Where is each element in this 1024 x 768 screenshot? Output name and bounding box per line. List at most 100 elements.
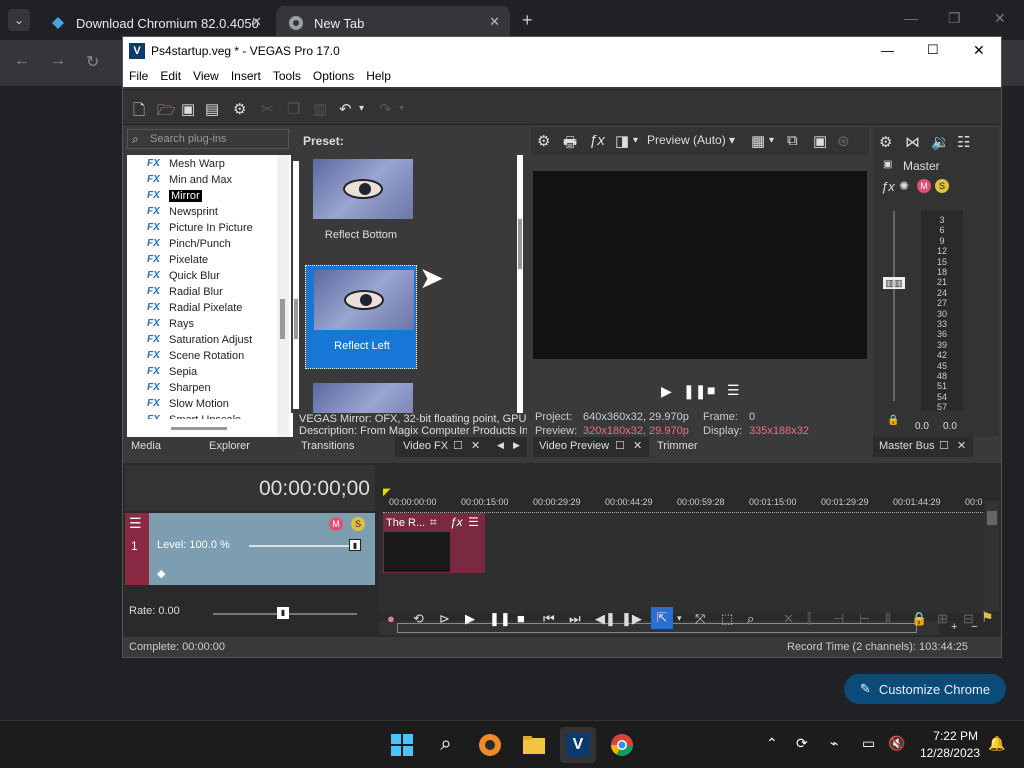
save-snapshot-icon[interactable]: ▣ [813,132,827,150]
customize-chrome-button[interactable]: ✎ Customize Chrome [844,674,1006,704]
close-window-icon[interactable]: ✕ [994,10,1006,27]
close-panel-icon[interactable]: ✕ [633,439,642,452]
plugin-item[interactable]: FX Mesh Warp [147,156,225,172]
plugin-item[interactable]: FX Newsprint [147,204,218,220]
tab-video-preview[interactable]: Video Preview ☐ ✕ [533,437,649,457]
loop-icon[interactable]: ⟲ [413,611,424,627]
track-menu-icon[interactable]: ☰ [129,515,142,532]
expand-track-icon[interactable]: ◆ [157,567,165,580]
new-tab-button[interactable]: + [522,10,533,31]
plugin-item[interactable]: FX Radial Pixelate [147,300,242,316]
maximize-icon[interactable]: ☐ [927,42,939,58]
clock-time[interactable]: 7:22 PM [918,729,978,743]
timeline-vscroll[interactable] [985,501,999,611]
plugin-item[interactable]: FX Saturation Adjust [147,332,252,348]
search-icon[interactable]: ⌕ [434,733,458,757]
plugin-tree-scrollbar[interactable] [277,155,289,437]
track-mute-icon[interactable]: M [329,517,343,531]
mute-icon[interactable]: M [917,179,931,193]
save-icon[interactable]: ▣ [181,100,195,118]
preview-device-icon[interactable]: 🖶 [563,132,577,157]
envelope-tool-icon[interactable]: ⤧ [695,611,705,627]
plugin-item[interactable]: FX Pinch/Punch [147,236,231,252]
reload-icon[interactable]: ↻ [86,52,99,72]
plugin-tree-hscroll[interactable] [127,419,277,437]
tab-master-bus[interactable]: Master Bus ☐ ✕ [873,437,973,457]
display-icon[interactable]: ▭ [862,735,875,752]
network-icon[interactable]: ⌁ [830,735,838,752]
forward-icon[interactable]: → [50,52,66,70]
menu-options[interactable]: Options [313,69,354,83]
menu-view[interactable]: View [193,69,219,83]
go-to-start-icon[interactable]: ⏮ [543,611,555,627]
preset-scrollbar[interactable] [511,155,527,413]
time-ruler[interactable]: 00:00:00:00 00:00:15:00 00:00:29:29 00:00:4… [383,497,983,513]
preview-menu-icon[interactable]: ☰ [727,382,740,399]
close-window-icon[interactable]: ✕ [973,42,985,59]
split-screen-icon[interactable]: ◨ [615,132,629,150]
master-fader-handle[interactable]: ▥▥ [883,277,905,289]
track-color-bar[interactable]: ☰ 1 [125,513,149,585]
start-windows-icon[interactable] [390,733,414,757]
tab-download-chromium[interactable]: Download Chromium 82.0.4050 ✕ [38,6,272,40]
downmix-icon[interactable]: ⋈ [905,133,920,151]
plugin-item[interactable]: FX Picture In Picture [147,220,253,236]
mixer-icon[interactable]: ☷ [957,133,970,151]
marker-icon[interactable]: ⚑ [981,609,994,626]
tab-prev-icon[interactable]: ◀ [497,440,504,451]
tab-media[interactable]: Media [131,440,161,452]
new-file-icon[interactable]: 🗋 [133,100,145,125]
undock-icon[interactable]: ☐ [939,439,949,452]
tab-new-tab[interactable]: New Tab ✕ [276,6,510,40]
play-from-start-icon[interactable]: ⊳ [439,611,450,627]
restore-icon[interactable]: ❐ [948,10,961,27]
tab-video-fx[interactable]: Video FX ☐ ✕ ◀ ▶ [395,437,527,457]
undock-icon[interactable]: ☐ [615,439,625,452]
overlays-grid-icon[interactable]: ▦ [751,132,765,150]
record-icon[interactable]: ● [387,611,395,626]
plugin-item[interactable]: FX Sepia [147,364,197,380]
close-tab-icon[interactable]: ✕ [489,14,500,30]
rate-slider-handle[interactable]: ▮ [277,607,289,619]
menu-insert[interactable]: Insert [231,69,261,83]
plugin-item[interactable]: FX Min and Max [147,172,232,188]
plugin-item[interactable]: FX Quick Blur [147,268,220,284]
tab-transitions[interactable]: Transitions [301,440,354,452]
solo-icon[interactable]: S [935,179,949,193]
go-to-end-icon[interactable]: ⏭ [569,611,581,627]
master-checkbox[interactable]: ▣ [883,159,892,170]
preview-settings-icon[interactable]: ⚙ [537,132,550,150]
play-icon[interactable]: ▶ [465,611,475,627]
plugin-item[interactable]: FX Mirror [147,188,202,204]
level-slider-track[interactable] [249,545,357,547]
master-settings-icon[interactable]: ⚙ [879,133,892,151]
play-icon[interactable]: ▶ [661,383,672,400]
menu-edit[interactable]: Edit [160,69,181,83]
crop-icon[interactable]: ⌗ [430,515,437,530]
close-panel-icon[interactable]: ✕ [957,439,966,452]
fl-studio-icon[interactable] [478,733,502,757]
tab-next-icon[interactable]: ▶ [513,440,520,451]
plugin-item[interactable]: FXSmart Upscale [147,412,241,419]
chrome-icon[interactable] [610,733,634,757]
plugin-item[interactable]: FX Scene Rotation [147,348,244,364]
level-slider-handle[interactable]: ▮ [349,539,361,551]
pause-icon[interactable]: ❚❚ [489,611,511,627]
normal-edit-tool-icon[interactable]: ⇱ [651,607,673,629]
preview-quality-select[interactable]: Preview (Auto) ▾ [647,133,735,147]
video-clip[interactable]: The R... ⌗ ƒx ☰ [383,513,485,573]
sync-icon[interactable]: ⟳ [796,735,808,752]
back-icon[interactable]: ← [14,52,30,70]
menu-tools[interactable]: Tools [273,69,301,83]
dim-output-icon[interactable]: 🔉 [931,133,950,151]
plugin-item[interactable]: FX Rays [147,316,194,332]
track-solo-icon[interactable]: S [351,517,365,531]
vegas-taskbar-icon[interactable]: V [560,727,596,763]
zoom-tool-icon[interactable]: ⌕ [747,611,754,627]
plugin-item[interactable]: FX Pixelate [147,252,208,268]
stop-icon[interactable]: ■ [517,611,525,626]
copy-snapshot-icon[interactable]: ⧉ [787,132,798,149]
prev-frame-icon[interactable]: ◀❚ [595,611,616,627]
save-as-icon[interactable]: ▤ [205,100,219,118]
minimize-icon[interactable]: — [881,43,894,58]
